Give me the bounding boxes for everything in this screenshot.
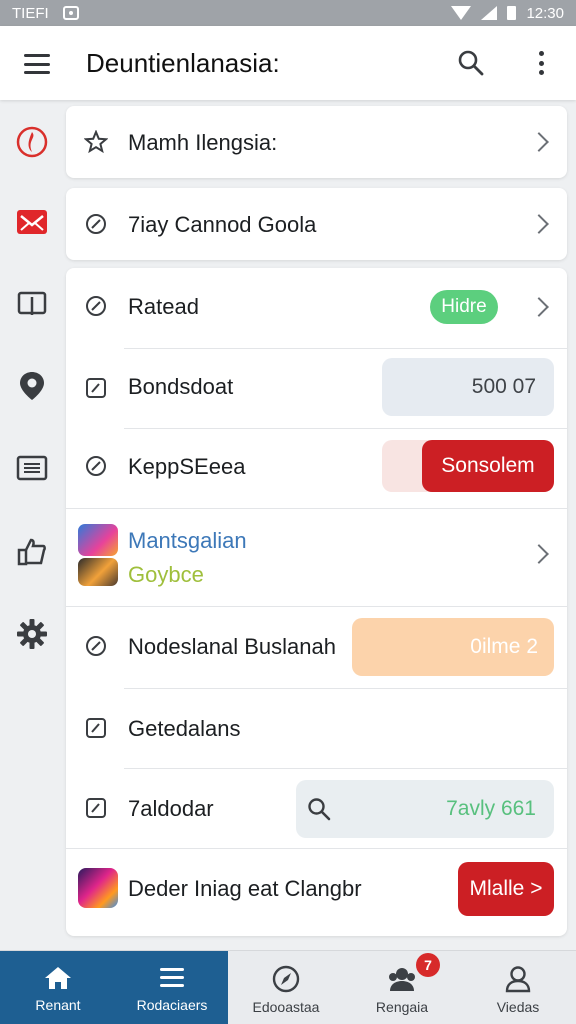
nav-label: Edooastaa	[252, 999, 320, 1015]
app-icon	[78, 558, 118, 586]
list-item-cannod[interactable]: 7iay Cannod Goola	[66, 188, 567, 260]
nav-item-edooastaa[interactable]: Edooastaa	[228, 951, 344, 1024]
row-subtitle: Goybce	[128, 562, 204, 587]
edit-square-icon	[84, 796, 108, 820]
nav-item-rodaciaers[interactable]: Rodaciaers	[116, 951, 228, 1024]
row-label: Nodeslanal Buslanah	[128, 634, 336, 659]
chevron-right-icon	[529, 297, 549, 317]
row-nodeslanal: Nodeslanal Buslanah 0ilme 2	[66, 606, 567, 688]
nav-item-rengaia[interactable]: 7 Rengaia	[344, 951, 460, 1024]
home-icon	[45, 967, 71, 989]
row-label: Getedalans	[128, 716, 241, 741]
list-card-icon[interactable]	[14, 450, 50, 486]
edit-circle-icon	[84, 454, 108, 478]
more-options-icon[interactable]	[528, 48, 554, 78]
status-time: 12:30	[526, 4, 564, 22]
row-label: 7aldodar	[128, 796, 214, 821]
edit-square-icon	[84, 376, 108, 400]
nav-item-viedas[interactable]: Viedas	[460, 951, 576, 1024]
bottom-nav: Renant Rodaciaers Edooastaa 7 Rengaia Vi…	[0, 950, 576, 1024]
row-label: Bondsdoat	[128, 374, 234, 399]
row-getedalans[interactable]: Getedalans	[66, 688, 567, 768]
side-rail	[0, 100, 64, 950]
camera-icon	[62, 6, 79, 20]
nav-label: Rengaia	[375, 999, 429, 1015]
profile-icon	[505, 966, 531, 993]
row-deder: Deder Iniag eat Clangbr Mlalle >	[66, 848, 567, 932]
app-icon	[78, 868, 118, 908]
settings-card: Ratead Hidre Bondsdoat 500 07 KeppSEeea …	[66, 268, 567, 936]
list-icon	[160, 968, 184, 987]
row-zadodar: 7aldodar 7avly 661	[66, 768, 567, 848]
value-field[interactable]: 500 07	[382, 358, 554, 416]
row-mantsgalian[interactable]: Mantsgalian Goybce	[66, 508, 567, 606]
row-title: Mantsgalian	[128, 528, 247, 553]
row-label: Ratead	[128, 294, 199, 319]
search-icon[interactable]	[456, 48, 486, 78]
star-icon	[84, 130, 108, 154]
row-bondsdoat: Bondsdoat 500 07	[66, 348, 567, 428]
value-pill[interactable]: 0ilme 2	[352, 618, 554, 676]
chevron-right-icon	[529, 214, 549, 234]
book-icon[interactable]	[14, 286, 50, 322]
app-icon	[78, 524, 118, 556]
row-label: Deder Iniag eat Clangbr	[128, 876, 362, 901]
signal-icon	[481, 6, 498, 20]
nav-label: Viedas	[496, 999, 540, 1015]
chevron-right-icon	[529, 132, 549, 152]
status-badge: Hidre	[430, 290, 498, 324]
chevron-right-icon	[529, 544, 549, 564]
status-bar: TIEFI 12:30	[0, 0, 576, 26]
row-keppseeea: KeppSEeea Sonsolem	[66, 428, 567, 508]
row-label: KeppSEeea	[128, 454, 246, 479]
row-label: 7iay Cannod Goola	[128, 212, 317, 237]
app-bar: Deuntienlanasia:	[0, 26, 576, 100]
search-field[interactable]: 7avly 661	[296, 780, 554, 838]
row-label: Mamh Ilengsia:	[128, 130, 278, 155]
search-icon	[308, 798, 331, 821]
status-carrier: TIEFI	[12, 4, 49, 22]
people-icon	[389, 968, 415, 991]
nav-label: Rodaciaers	[136, 997, 208, 1013]
action-button[interactable]: Mlalle >	[458, 862, 554, 916]
thumb-up-icon[interactable]	[14, 534, 50, 570]
gear-icon[interactable]	[14, 616, 50, 652]
location-pin-icon[interactable]	[14, 368, 50, 404]
list-item-mamh[interactable]: Mamh Ilengsia:	[66, 106, 567, 178]
row-ratead[interactable]: Ratead Hidre	[66, 268, 567, 348]
mail-icon[interactable]	[14, 204, 50, 240]
compass-icon	[272, 965, 300, 993]
menu-icon[interactable]	[24, 54, 50, 74]
edit-circle-icon	[84, 634, 108, 658]
notification-badge: 7	[416, 953, 440, 977]
edit-circle-icon	[84, 294, 108, 318]
edit-square-icon	[84, 716, 108, 740]
action-button[interactable]: Sonsolem	[422, 440, 554, 492]
page-title: Deuntienlanasia:	[86, 48, 280, 78]
battery-icon	[507, 6, 517, 20]
nav-label: Renant	[35, 997, 81, 1013]
wifi-icon	[451, 6, 472, 20]
nav-item-renant[interactable]: Renant	[0, 951, 116, 1024]
search-value: 7avly 661	[446, 797, 536, 820]
edit-circle-icon	[84, 212, 108, 236]
flame-icon[interactable]	[14, 124, 50, 160]
